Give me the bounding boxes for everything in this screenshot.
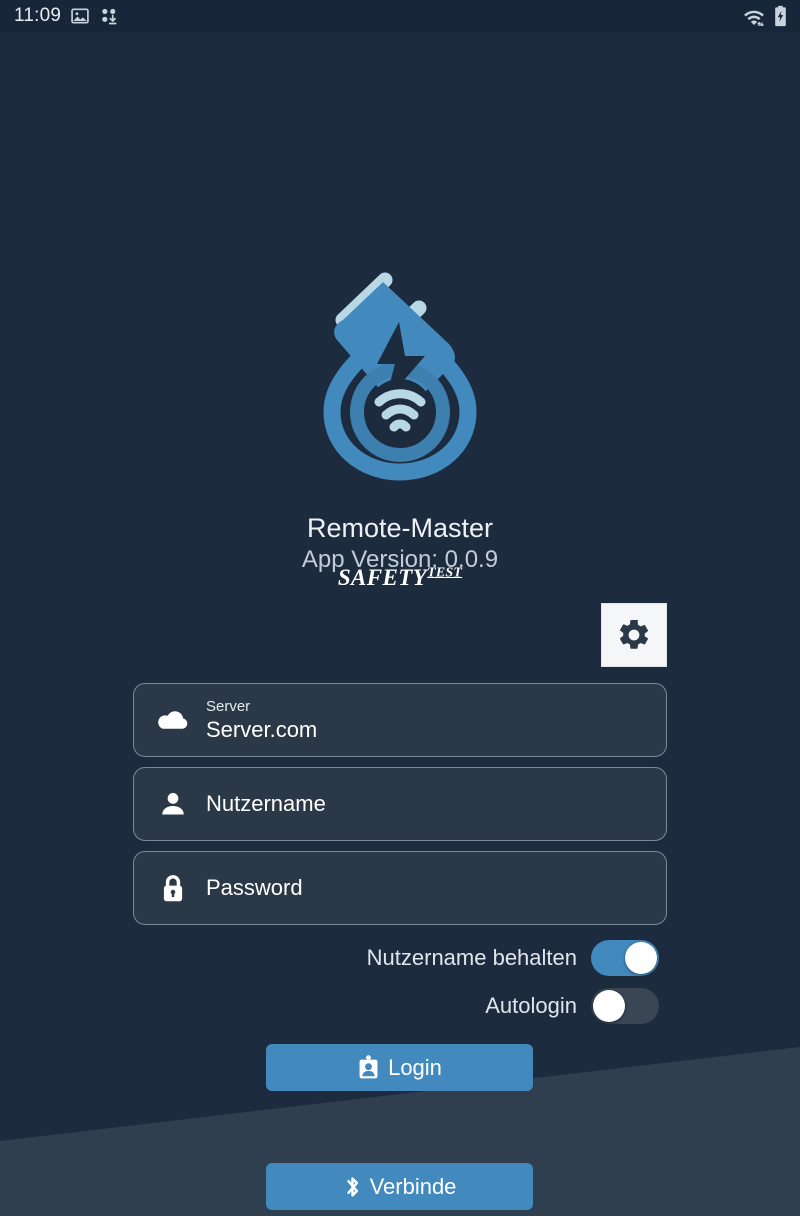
- status-bar: 11:09: [0, 0, 800, 32]
- login-button[interactable]: Login: [266, 1044, 533, 1091]
- autologin-row: Autologin: [485, 988, 659, 1024]
- connect-button-label: Verbinde: [369, 1173, 457, 1199]
- username-field-body: Nutzername: [206, 791, 326, 817]
- gear-icon: [619, 619, 649, 649]
- autologin-toggle-knob: [593, 990, 625, 1022]
- plug-wifi-droplet-logo: [322, 272, 477, 481]
- company-logo-main: SAFETY: [337, 565, 428, 590]
- main-content: Remote-Master App Version: 0.0.9 SAFETYT…: [0, 32, 800, 1216]
- bluetooth-icon: [343, 1174, 362, 1200]
- login-screen: 11:09 Remote-Master App Version: 0.0.9 S…: [0, 0, 800, 1216]
- username-field-placeholder: Nutzername: [206, 791, 326, 816]
- password-field[interactable]: Password: [133, 851, 667, 925]
- person-icon: [156, 789, 190, 819]
- wifi-icon: [744, 10, 764, 26]
- autologin-label: Autologin: [485, 993, 577, 1018]
- login-button-label: Login: [388, 1054, 442, 1080]
- app-download-icon: [102, 8, 117, 25]
- status-bar-clock: 11:09: [14, 5, 62, 26]
- company-logo-superscript: TEST: [427, 565, 463, 581]
- image-icon: [71, 8, 89, 24]
- keep-username-toggle-knob: [625, 942, 657, 974]
- status-bar-left: 11:09: [14, 5, 119, 27]
- company-logo: SAFETYTEST: [0, 565, 800, 591]
- keep-username-row: Nutzername behalten: [367, 940, 659, 976]
- keep-username-toggle[interactable]: [591, 940, 659, 976]
- keep-username-label: Nutzername behalten: [366, 945, 577, 970]
- app-logo: [0, 260, 800, 492]
- username-field[interactable]: Nutzername: [133, 767, 667, 841]
- page-title: Remote-Master: [306, 513, 494, 543]
- settings-button[interactable]: [601, 603, 667, 667]
- autologin-toggle[interactable]: [591, 988, 659, 1024]
- battery-charging-icon: [775, 5, 786, 27]
- connect-button[interactable]: Verbinde: [266, 1163, 533, 1210]
- cloud-icon: [156, 707, 190, 733]
- id-badge-icon: [357, 1055, 380, 1080]
- server-field[interactable]: Server Server.com: [133, 683, 667, 757]
- password-field-body: Password: [206, 875, 303, 901]
- password-field-placeholder: Password: [206, 875, 303, 900]
- server-field-body: Server Server.com: [206, 698, 317, 743]
- server-field-label: Server: [206, 697, 251, 715]
- status-bar-right: [742, 5, 788, 27]
- lock-icon: [156, 873, 190, 904]
- server-field-value: Server.com: [206, 716, 318, 742]
